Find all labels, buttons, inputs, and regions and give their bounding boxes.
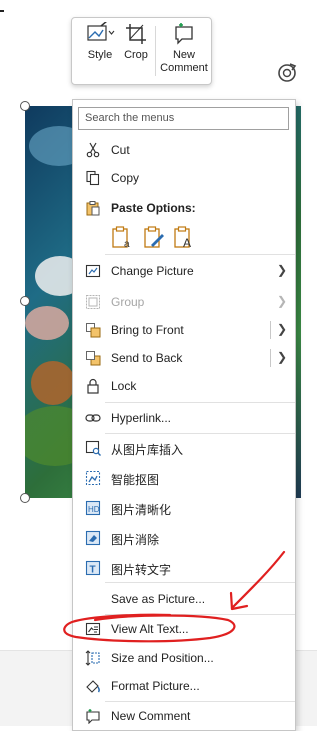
menu-item-sharpen[interactable]: HD 图片清晰化	[73, 496, 295, 520]
menu-item-label: Lock	[111, 379, 137, 393]
paste-picture-icon[interactable]	[143, 225, 165, 249]
menu-item-bring-to-front[interactable]: Bring to Front ❯	[73, 318, 295, 342]
menu-item-size-and-position[interactable]: Size and Position...	[73, 646, 295, 670]
submenu-chevron-icon[interactable]: ❯	[277, 322, 287, 336]
submenu-chevron-icon: ❯	[276, 263, 287, 277]
menu-separator	[105, 582, 295, 583]
eraser-icon	[85, 530, 101, 546]
menu-item-lock[interactable]: Lock	[73, 374, 295, 398]
paste-icon	[86, 201, 100, 216]
menu-item-label: 图片转文字	[111, 563, 172, 577]
menu-item-label: Format Picture...	[111, 679, 200, 693]
resize-handle-bottom-left[interactable]	[20, 493, 30, 503]
svg-text:a: a	[124, 239, 130, 249]
new-comment-label: New	[172, 49, 195, 61]
smart-cutout-icon	[85, 470, 101, 486]
new-comment-icon	[86, 709, 100, 724]
crop-icon	[126, 24, 146, 44]
bring-to-front-icon	[86, 323, 101, 338]
new-comment-label: Comment	[160, 62, 208, 74]
menu-search-input[interactable]: Search the menus	[78, 107, 289, 130]
group-icon	[86, 295, 100, 309]
menu-separator	[105, 402, 295, 403]
text-cursor-mark	[0, 10, 4, 12]
change-picture-icon	[85, 264, 101, 278]
menu-item-to-text[interactable]: T 图片转文字	[73, 556, 295, 580]
new-comment-button[interactable]: New Comment	[158, 22, 210, 75]
menu-item-label: Size and Position...	[111, 651, 214, 665]
menu-item-copy[interactable]: Copy	[73, 166, 295, 190]
menu-item-insert-from-library[interactable]: 从图片库插入	[73, 436, 295, 460]
paste-keep-source-formatting-icon[interactable]: a	[111, 225, 133, 249]
scissors-icon	[86, 142, 100, 158]
menu-item-label: New Comment	[111, 709, 191, 723]
style-button[interactable]: Style	[80, 20, 120, 62]
menu-item-change-picture[interactable]: Change Picture ❯	[73, 259, 295, 283]
menu-item-format-picture[interactable]: Format Picture...	[73, 674, 295, 698]
copy-icon	[86, 170, 100, 186]
svg-text:HD: HD	[88, 505, 100, 514]
image-search-icon	[85, 440, 101, 456]
menu-item-label: Hyperlink...	[111, 411, 172, 425]
menu-item-cut[interactable]: Cut	[73, 138, 295, 162]
search-placeholder: Search the menus	[85, 112, 175, 124]
picture-detail	[31, 361, 75, 405]
menu-item-label: Group	[111, 295, 145, 309]
split-divider	[270, 349, 271, 367]
link-icon	[85, 414, 101, 422]
menu-item-smart-cutout[interactable]: 智能抠图	[73, 466, 295, 490]
menu-item-group: Group ❯	[73, 290, 295, 314]
menu-item-label: Cut	[111, 143, 130, 157]
menu-separator	[105, 614, 295, 615]
menu-item-label: 图片消除	[111, 533, 160, 547]
svg-text:A: A	[183, 236, 191, 249]
toolbar-separator	[155, 26, 156, 76]
menu-separator	[105, 433, 295, 434]
submenu-chevron-icon[interactable]: ❯	[277, 350, 287, 364]
mini-toolbar: Style Crop New Comment	[71, 17, 212, 85]
menu-item-view-alt-text[interactable]: View Alt Text...	[73, 617, 295, 641]
menu-item-new-comment[interactable]: New Comment	[73, 704, 295, 728]
menu-item-save-as-picture[interactable]: Save as Picture...	[73, 587, 295, 611]
send-to-back-icon	[86, 351, 101, 366]
image-sharpen-icon: HD	[85, 500, 101, 516]
menu-item-label: Copy	[111, 171, 140, 185]
picture-style-icon	[87, 20, 115, 41]
menu-separator	[105, 701, 295, 702]
menu-item-hyperlink[interactable]: Hyperlink...	[73, 406, 295, 430]
new-comment-icon	[175, 23, 193, 45]
menu-item-label: 从图片库插入	[111, 443, 184, 457]
alt-text-icon	[85, 622, 101, 636]
submenu-chevron-icon: ❯	[276, 294, 287, 308]
size-position-icon	[85, 650, 100, 666]
format-picture-icon	[86, 680, 100, 693]
paste-text-only-icon[interactable]: A	[173, 225, 195, 249]
paste-options-label: Paste Options:	[111, 201, 196, 215]
lock-icon	[87, 378, 99, 394]
menu-item-label: Send to Back	[111, 351, 183, 365]
svg-text:T: T	[90, 565, 96, 576]
menu-separator	[105, 254, 295, 255]
menu-item-label: 图片清晰化	[111, 503, 172, 517]
split-divider	[270, 321, 271, 339]
menu-item-erase[interactable]: 图片消除	[73, 526, 295, 550]
picture-detail	[25, 306, 69, 340]
resize-handle-top-left[interactable]	[20, 101, 30, 111]
context-menu: Search the menus Cut Copy Paste Options:…	[72, 99, 296, 731]
rotate-handle-icon[interactable]	[276, 62, 298, 84]
menu-item-label: View Alt Text...	[111, 622, 189, 636]
image-to-text-icon: T	[85, 560, 101, 576]
menu-item-label: Save as Picture...	[111, 592, 206, 606]
crop-label: Crop	[124, 49, 148, 61]
resize-handle-left[interactable]	[20, 296, 30, 306]
crop-button[interactable]: Crop	[120, 22, 152, 62]
menu-item-label: Bring to Front	[111, 323, 184, 337]
style-label: Style	[87, 49, 113, 61]
menu-item-label: 智能抠图	[111, 473, 160, 487]
paste-options-header: Paste Options:	[73, 196, 295, 220]
menu-item-label: Change Picture	[111, 264, 194, 278]
menu-item-send-to-back[interactable]: Send to Back ❯	[73, 346, 295, 370]
